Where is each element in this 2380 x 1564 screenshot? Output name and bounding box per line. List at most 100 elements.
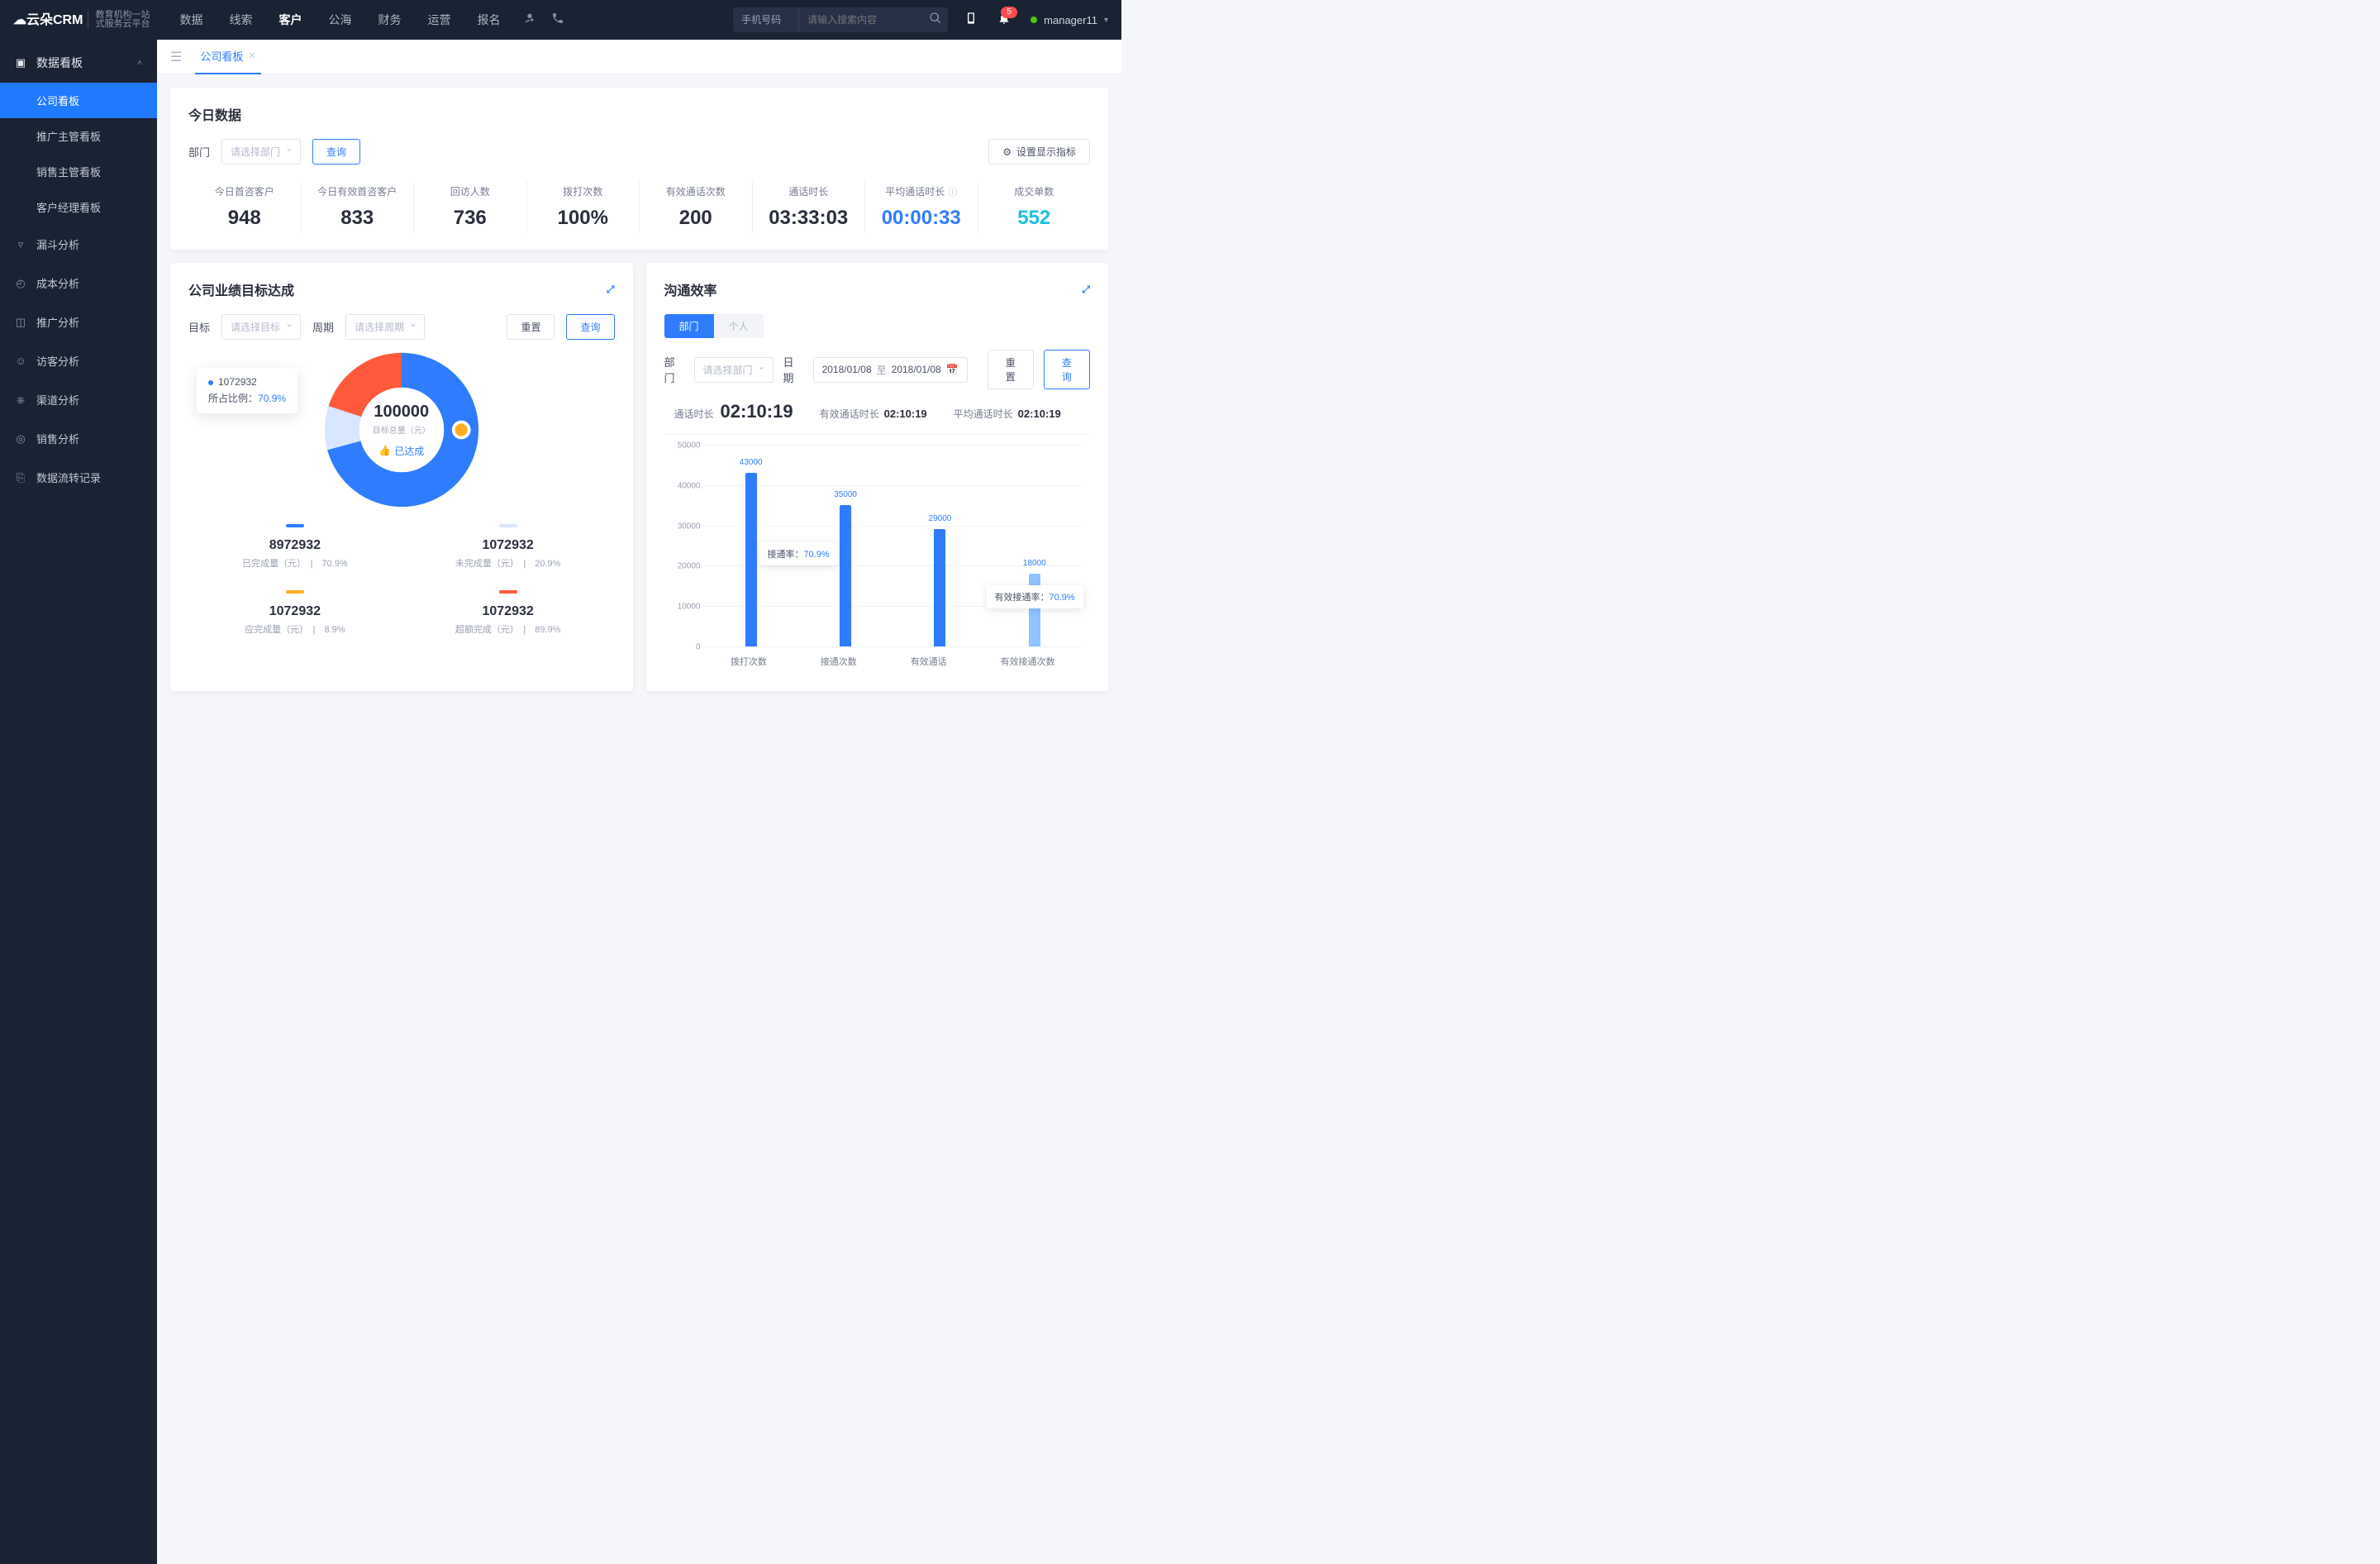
card-today: 今日数据 部门 请选择部门 查询 ⚙ 设置显示指标 今日首咨客户948今日有效首…	[170, 88, 1108, 250]
date-range[interactable]: 2018/01/08 至 2018/01/08 📅	[813, 357, 968, 383]
search-icon[interactable]	[923, 12, 948, 29]
sidebar-item-icon: ☺	[15, 355, 26, 367]
search-type-select[interactable]: 手机号码	[733, 7, 799, 32]
expand-icon[interactable]: ⤢	[607, 284, 615, 296]
date-label: 日期	[783, 354, 803, 385]
donut-chart: 100000 目标总量（元） 👍 已达成	[323, 351, 480, 508]
goal-select[interactable]: 请选择目标	[221, 314, 301, 340]
sidebar-group-dashboard[interactable]: ▣ 数据看板 ˄	[0, 43, 157, 83]
mobile-icon[interactable]	[964, 12, 978, 29]
donut-center-value: 100000	[374, 403, 429, 422]
query-button[interactable]: 查询	[1044, 350, 1090, 389]
sidebar-item-icon: ◎	[15, 432, 26, 446]
topnav-item[interactable]: 数据	[179, 0, 202, 40]
sidebar-item[interactable]: ◎销售分析	[0, 419, 157, 458]
card-efficiency-title: 沟通效率	[664, 279, 717, 299]
tab-bar: ☰ 公司看板 ✕	[157, 40, 1121, 74]
x-label: 有效通话	[911, 655, 947, 668]
query-button[interactable]: 查询	[566, 314, 614, 340]
phone-icon[interactable]	[551, 12, 564, 29]
dept-select[interactable]: 请选择部门	[221, 139, 301, 165]
topnav-item[interactable]: 公海	[328, 0, 351, 40]
summary-item: 平均通话时长02:10:19	[954, 407, 1061, 421]
period-label: 周期	[312, 319, 334, 335]
sidebar-sub-item[interactable]: 公司看板	[0, 83, 157, 118]
sidebar-item[interactable]: ☺访客分析	[0, 341, 157, 380]
menu-icon[interactable]: ☰	[170, 49, 182, 65]
metric: 回访人数736	[414, 181, 527, 233]
summary-item: 有效通话时长02:10:19	[820, 407, 927, 421]
sidebar-item-icon: ⎘	[15, 471, 26, 484]
period-select[interactable]: 请选择周期	[345, 314, 425, 340]
calendar-icon: 📅	[946, 364, 959, 375]
status-dot-icon	[1031, 17, 1037, 23]
sidebar-item[interactable]: ▿漏斗分析	[0, 225, 157, 264]
sidebar: ▣ 数据看板 ˄ 公司看板推广主管看板销售主管看板客户经理看板 ▿漏斗分析◴成本…	[0, 40, 157, 1564]
query-button[interactable]: 查询	[312, 139, 360, 165]
gear-icon: ⚙	[1002, 146, 1011, 158]
logo-tagline: 教育机构一站 式服务云平台	[88, 11, 150, 29]
dept-label: 部门	[188, 144, 210, 160]
topnav-item[interactable]: 线索	[229, 0, 252, 40]
legend-item: 1072932应完成量（元） | 8.9%	[188, 589, 402, 636]
metric: 今日首咨客户948	[188, 181, 302, 233]
x-label: 接通次数	[821, 655, 857, 668]
logo-mark: ☁︎云朵CRM	[13, 16, 83, 25]
sidebar-sub-item[interactable]: 销售主管看板	[0, 154, 157, 189]
close-icon[interactable]: ✕	[248, 50, 255, 61]
sidebar-item-icon: ▿	[15, 238, 26, 251]
seg-personal[interactable]: 个人	[714, 314, 764, 338]
bell-icon[interactable]	[997, 12, 1011, 29]
expand-icon[interactable]: ⤢	[1082, 284, 1090, 296]
chevron-up-icon: ˄	[137, 59, 142, 68]
metric: 有效通话次数200	[640, 181, 753, 233]
legend-item: 1072932超额完成（元） | 89.9%	[402, 589, 615, 636]
search-input[interactable]	[799, 14, 923, 26]
metric: 今日有效首咨客户833	[302, 181, 415, 233]
bar: 35000	[840, 505, 851, 646]
topnav-item[interactable]: 财务	[378, 0, 401, 40]
sidebar-item[interactable]: ◫推广分析	[0, 303, 157, 341]
donut-tooltip: 1072932 所占比例：70.9%	[197, 368, 298, 413]
donut-status: 👍 已达成	[378, 444, 424, 458]
top-nav: ☁︎云朵CRM 教育机构一站 式服务云平台 数据线索客户公海财务运营报名 手机号…	[0, 0, 1121, 40]
main: ☰ 公司看板 ✕ 今日数据 部门 请选择部门 查询 ⚙ 设置显示指标	[157, 40, 1121, 1564]
bar-chart: 50000400003000020000100000 4300035000290…	[664, 435, 1091, 675]
reset-button[interactable]: 重置	[988, 350, 1034, 389]
sidebar-group-label: 数据看板	[36, 55, 83, 71]
help-icon[interactable]: ⓘ	[948, 185, 957, 198]
topnav-item[interactable]: 客户	[278, 0, 302, 40]
x-label: 有效接通次数	[1001, 655, 1055, 668]
seg-dept[interactable]: 部门	[664, 314, 714, 338]
sidebar-item-icon: ◫	[15, 316, 26, 329]
user-menu[interactable]: manager11 ▾	[1031, 14, 1108, 26]
metric: 通话时长03:33:03	[753, 181, 866, 233]
chevron-down-icon: ▾	[1104, 16, 1108, 25]
sidebar-item-icon: ⎈	[15, 393, 26, 407]
global-search: 手机号码	[733, 7, 948, 32]
sidebar-item[interactable]: ⎘数据流转记录	[0, 458, 157, 497]
chart-annotation: 有效接通率：70.9%	[987, 585, 1083, 608]
card-efficiency: 沟通效率 ⤢ 部门 个人 部门 请选择部门 日期 2018/01/08 至 20…	[646, 263, 1109, 691]
sidebar-sub-item[interactable]: 客户经理看板	[0, 189, 157, 225]
topnav-item[interactable]: 运营	[427, 0, 450, 40]
topnav-item[interactable]: 报名	[477, 0, 500, 40]
settings-button[interactable]: ⚙ 设置显示指标	[988, 139, 1090, 165]
sidebar-item-icon: ◴	[15, 277, 26, 290]
bar: 29000	[934, 529, 945, 646]
metric: 拨打次数100%	[527, 181, 640, 233]
dept-select[interactable]: 请选择部门	[694, 357, 774, 383]
sidebar-item[interactable]: ◴成本分析	[0, 264, 157, 303]
dept-label: 部门	[664, 354, 684, 385]
tab-company-board[interactable]: 公司看板 ✕	[195, 39, 260, 74]
add-user-icon[interactable]	[523, 12, 536, 29]
sidebar-item[interactable]: ⎈渠道分析	[0, 380, 157, 419]
card-target: 公司业绩目标达成 ⤢ 目标 请选择目标 周期 请选择周期 重置 查询 10729…	[170, 263, 633, 691]
reset-button[interactable]: 重置	[507, 314, 555, 340]
metric: 成交单数552	[978, 181, 1091, 233]
metric: 平均通话时长 ⓘ00:00:33	[865, 181, 978, 233]
legend-item: 1072932未完成量（元） | 20.9%	[402, 523, 615, 570]
chart-annotation: 接通率：70.9%	[759, 542, 838, 565]
sidebar-sub-item[interactable]: 推广主管看板	[0, 118, 157, 154]
legend-item: 8972932已完成量（元） | 70.9%	[188, 523, 402, 570]
